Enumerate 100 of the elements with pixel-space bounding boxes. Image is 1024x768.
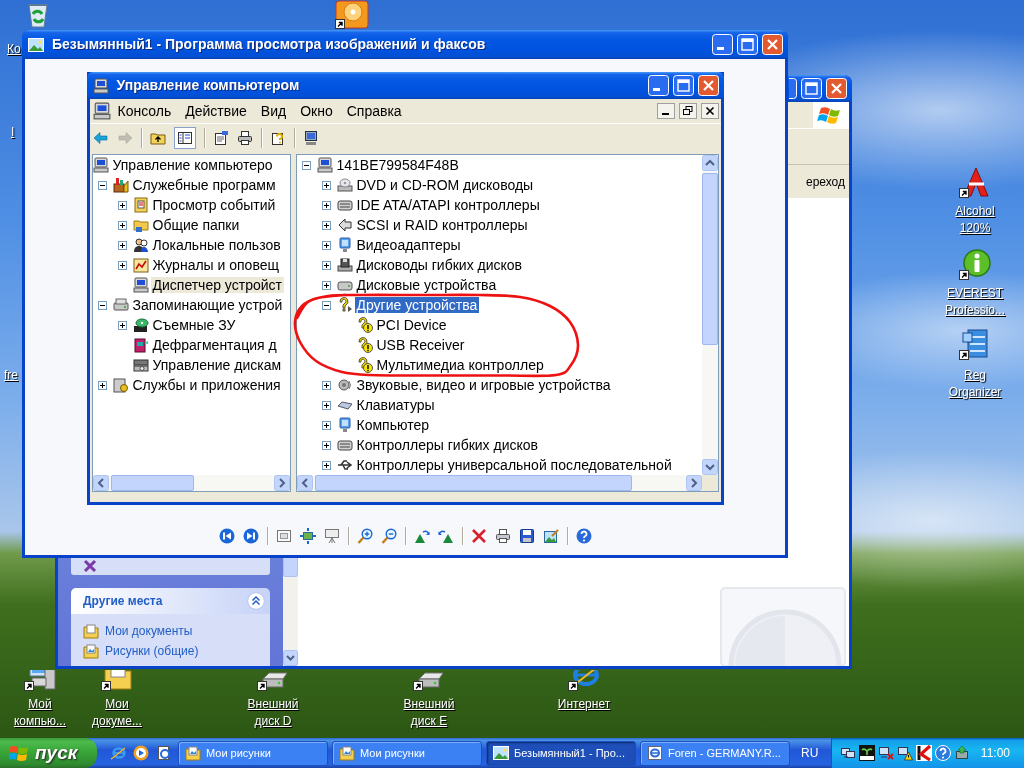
tree-item[interactable]: Дисковые устройства [354, 277, 499, 293]
scroll-down-icon[interactable] [701, 459, 718, 475]
language-indicator[interactable]: RU [801, 744, 819, 762]
desktop-icon-label[interactable]: Внешний диск D [238, 696, 308, 730]
browser-icon[interactable] [568, 670, 600, 691]
desktop-icon-label[interactable]: Мои докуме... [82, 696, 152, 730]
taskbar-button[interactable]: Мои рисунки [332, 740, 482, 766]
link[interactable]: Мои документы [105, 622, 193, 640]
collapse-icon[interactable] [98, 300, 107, 310]
scroll-thumb[interactable] [701, 173, 718, 345]
link[interactable]: Рисунки (общие) [105, 642, 199, 660]
scroll-thumb[interactable] [314, 475, 632, 491]
network-warning-icon[interactable] [896, 745, 913, 761]
help-icon[interactable] [269, 130, 286, 146]
tree-item[interactable]: Видеоадаптеры [354, 237, 463, 253]
taskbar-button[interactable]: Мои рисунки [178, 740, 328, 766]
tree-item[interactable]: Диспетчер устройст [150, 277, 284, 293]
tree-item[interactable]: IDE ATA/ATAPI контроллеры [354, 197, 542, 213]
close-icon[interactable] [700, 103, 719, 119]
info-icon[interactable] [959, 248, 991, 280]
actual-size-icon[interactable] [299, 528, 316, 544]
maximize-icon[interactable] [801, 78, 822, 99]
printer-icon[interactable] [236, 130, 253, 146]
drive-icon[interactable] [413, 670, 445, 691]
tree-item[interactable]: Запоминающие устрой [130, 297, 285, 313]
computer-icon[interactable] [24, 670, 56, 691]
panel-toggle-icon[interactable] [173, 127, 196, 149]
tree-item[interactable]: Управление компьютеро [110, 157, 275, 173]
scroll-down-icon[interactable] [283, 650, 298, 666]
tree-item[interactable]: Контроллеры гибких дисков [354, 437, 540, 453]
collapse-icon[interactable] [322, 300, 331, 310]
desktop-icon-label[interactable]: Ко [7, 41, 21, 58]
maximize-icon[interactable] [737, 34, 758, 55]
scroll-right-icon[interactable] [685, 475, 702, 491]
tree-item[interactable]: Просмотр событий [150, 197, 278, 213]
drive-icon[interactable] [257, 670, 289, 691]
pictures-folder-icon[interactable] [83, 643, 99, 659]
device-icon[interactable] [953, 745, 970, 761]
tree-item[interactable]: Другие устройства [354, 297, 480, 313]
expand-icon[interactable] [322, 240, 331, 250]
documents-folder-icon[interactable] [83, 623, 99, 639]
network-disconnected-icon[interactable] [877, 745, 894, 761]
tree-item[interactable]: Компьютер [354, 417, 431, 433]
fit-to-window-icon[interactable] [275, 528, 292, 544]
menu-item[interactable]: Консоль [110, 100, 179, 122]
media-player-icon[interactable] [133, 745, 149, 761]
maximize-icon[interactable] [672, 75, 694, 96]
tree-item[interactable]: USB Receiver [374, 337, 467, 353]
collapse-icon[interactable] [302, 160, 311, 170]
expand-icon[interactable] [322, 460, 331, 470]
k-mark-icon[interactable] [915, 745, 932, 761]
tree-item[interactable]: Клавиатуры [354, 397, 437, 413]
tree-item[interactable]: Служебные программ [130, 177, 278, 193]
next-icon[interactable] [242, 528, 259, 544]
desktop-icon-label[interactable]: Интернет [549, 696, 619, 713]
tree-item[interactable]: Управление дискам [150, 357, 284, 373]
save-icon[interactable] [518, 528, 535, 544]
document-icon[interactable] [156, 745, 172, 761]
projector-screen-icon[interactable] [323, 528, 340, 544]
expand-icon[interactable] [322, 260, 331, 270]
expand-icon[interactable] [118, 320, 127, 330]
scroll-thumb[interactable] [283, 558, 298, 577]
menu-item[interactable]: Справка [339, 100, 409, 122]
tree-item[interactable]: Звуковые, видео и игровые устройства [354, 377, 613, 393]
go-button[interactable]: ереход [805, 172, 845, 191]
minimize-icon[interactable] [656, 103, 675, 119]
plant-badge-icon[interactable] [858, 745, 875, 761]
edit-image-icon[interactable] [542, 528, 559, 544]
expand-icon[interactable] [322, 220, 331, 230]
zoom-out-icon[interactable] [380, 528, 397, 544]
expand-icon[interactable] [118, 220, 127, 230]
expand-icon[interactable] [322, 400, 331, 410]
zoom-in-icon[interactable] [356, 528, 373, 544]
tree-item[interactable]: Дисководы гибких дисков [354, 257, 525, 273]
scroll-up-icon[interactable] [701, 155, 718, 171]
properties-icon[interactable] [212, 130, 229, 146]
scroll-left-icon[interactable] [92, 475, 109, 491]
tree-item[interactable]: Дефрагментация д [150, 337, 279, 353]
tree-item[interactable]: Общие папки [150, 217, 242, 233]
tree-item[interactable]: Службы и приложения [130, 377, 283, 393]
expand-icon[interactable] [118, 200, 127, 210]
expand-icon[interactable] [118, 240, 127, 250]
collapse-chevron-icon[interactable] [247, 592, 265, 610]
rotate-left-icon[interactable] [437, 528, 454, 544]
menu-item[interactable]: Окно [293, 100, 340, 122]
computer-icon[interactable] [302, 130, 319, 146]
tree-item[interactable]: 141BE799584F48B [334, 157, 461, 173]
expand-icon[interactable] [118, 260, 127, 270]
scroll-thumb[interactable] [110, 475, 194, 491]
previous-icon[interactable] [218, 528, 235, 544]
expand-icon[interactable] [322, 280, 331, 290]
taskbar-button[interactable]: Foren - GERMANY.R... [640, 740, 790, 766]
collapse-icon[interactable] [98, 180, 107, 190]
restore-icon[interactable] [678, 103, 697, 119]
tree-item[interactable]: DVD и CD-ROM дисководы [354, 177, 536, 193]
panel-title[interactable]: Другие места [83, 592, 163, 610]
printer-icon[interactable] [494, 528, 511, 544]
taskbar-button[interactable]: Безымянный1 - Про... [486, 740, 636, 766]
up-folder-icon[interactable] [149, 130, 166, 146]
expand-icon[interactable] [98, 380, 107, 390]
